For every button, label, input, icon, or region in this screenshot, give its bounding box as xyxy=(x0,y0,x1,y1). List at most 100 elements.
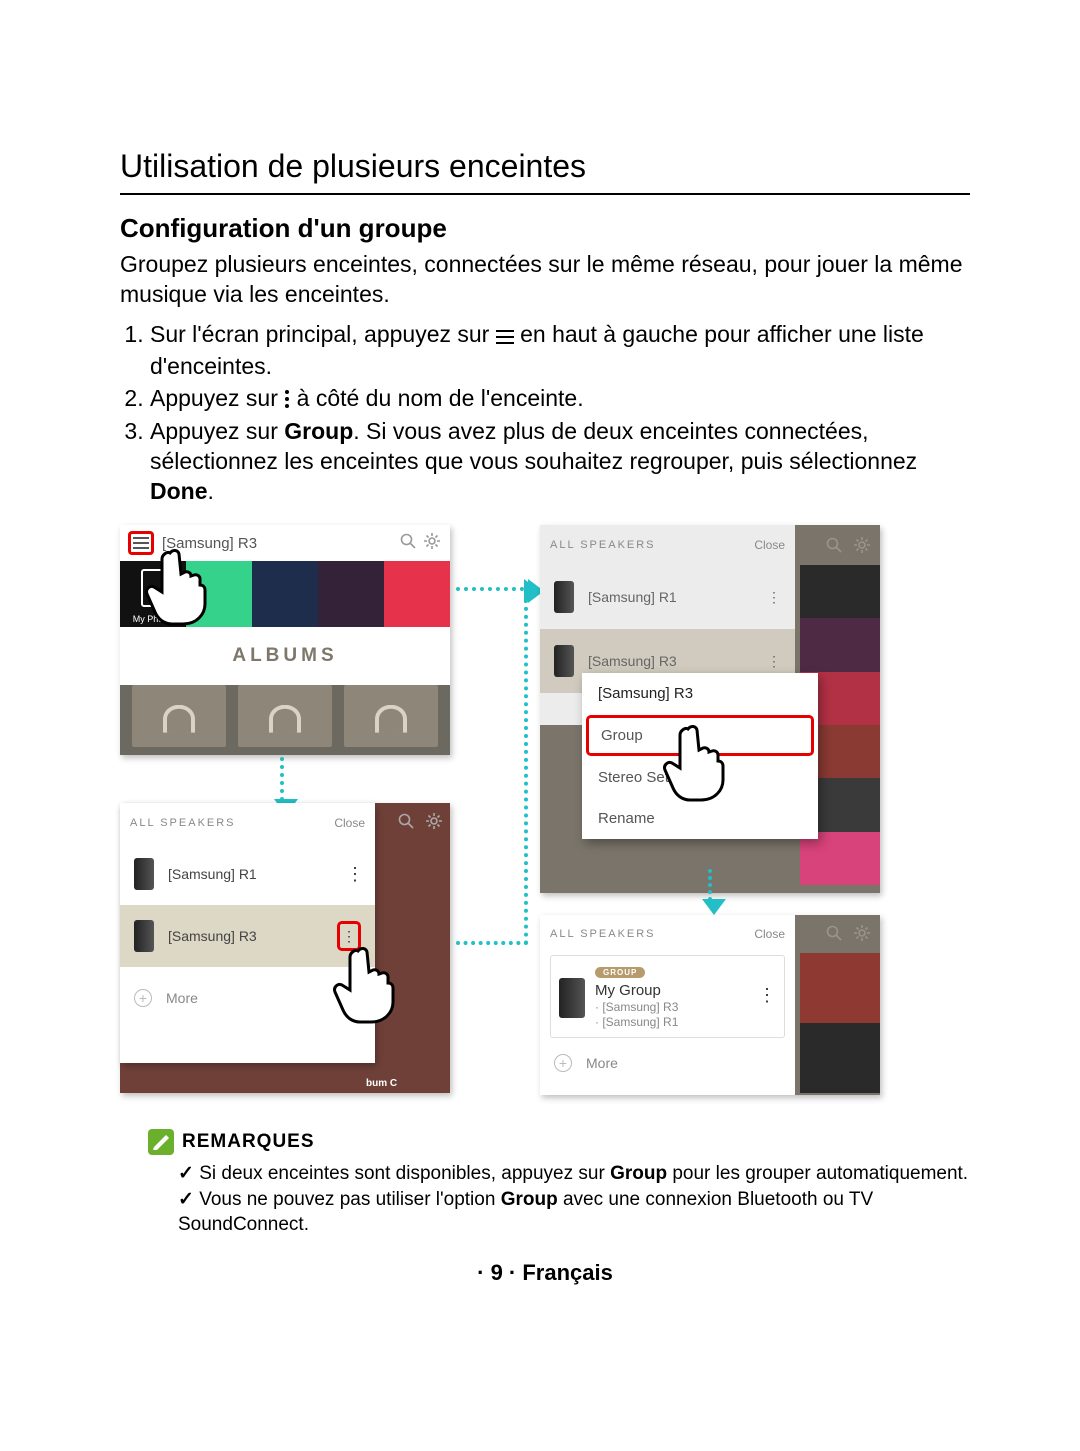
plus-icon: + xyxy=(554,1054,572,1072)
main-header: [Samsung] R3 xyxy=(120,525,450,561)
group-badge: GROUP xyxy=(595,967,645,978)
note-icon xyxy=(148,1129,174,1155)
step-1: Sur l'écran principal, appuyez sur en ha… xyxy=(150,320,970,382)
more-vert-icon[interactable]: ⋮ xyxy=(767,589,781,606)
speaker-name: [Samsung] R3 xyxy=(168,928,257,944)
arrow-path-icon xyxy=(456,587,532,591)
tile-2[interactable] xyxy=(186,561,252,627)
tile-5[interactable] xyxy=(384,561,450,627)
note-bold: Group xyxy=(501,1189,558,1210)
step-3-bold2: Done xyxy=(150,478,208,504)
search-icon[interactable] xyxy=(400,533,416,553)
tile-myphone[interactable]: My Phone xyxy=(120,561,186,627)
page-title: Utilisation de plusieurs enceintes xyxy=(120,148,970,185)
source-tiles: My Phone xyxy=(120,561,450,627)
speaker-row-r1[interactable]: [Samsung] R1 ⋮ xyxy=(120,843,375,905)
search-icon[interactable] xyxy=(826,925,842,945)
album-thumb[interactable] xyxy=(132,685,226,747)
hamburger-button[interactable] xyxy=(128,531,154,555)
speaker-icon xyxy=(134,858,154,890)
step-2-b: à côté du nom de l'enceinte. xyxy=(297,385,584,411)
screenshot-context-menu: ALL SPEAKERS Close [Samsung] R1 ⋮ [Samsu… xyxy=(540,525,880,893)
album-thumbnails xyxy=(120,685,450,747)
more-row[interactable]: + More xyxy=(540,1046,795,1080)
page-footer: · 9 · Français xyxy=(120,1260,970,1286)
close-button[interactable]: Close xyxy=(754,927,785,941)
more-vert-icon[interactable]: ⋮ xyxy=(346,864,361,885)
speaker-row-r1[interactable]: [Samsung] R1 ⋮ xyxy=(540,565,795,629)
gear-icon[interactable] xyxy=(424,533,440,553)
hamburger-icon xyxy=(496,322,514,352)
all-speakers-label: ALL SPEAKERS xyxy=(550,928,656,940)
note-item: Si deux enceintes sont disponibles, appu… xyxy=(178,1161,970,1187)
speaker-icon xyxy=(134,920,154,952)
title-rule xyxy=(120,193,970,195)
step-1-a: Sur l'écran principal, appuyez sur xyxy=(150,321,496,347)
screenshot-main: [Samsung] R3 My Phone ALBUMS xyxy=(120,525,450,755)
more-row[interactable]: + More xyxy=(120,967,375,1029)
group-member: · [Samsung] R3 xyxy=(595,1000,678,1014)
main-title: [Samsung] R3 xyxy=(162,535,392,552)
speaker-name: [Samsung] R1 xyxy=(588,589,677,605)
menu-item-stereo[interactable]: Stereo Set xyxy=(582,757,818,798)
all-speakers-label: ALL SPEAKERS xyxy=(130,817,236,829)
tile-3[interactable] xyxy=(252,561,318,627)
speaker-name: [Samsung] R1 xyxy=(168,866,257,882)
more-label: More xyxy=(586,1055,618,1071)
speaker-icon xyxy=(559,978,585,1018)
menu-item-group[interactable]: Group xyxy=(586,715,814,756)
step-2-a: Appuyez sur xyxy=(150,385,284,411)
all-speakers-header: ALL SPEAKERS Close xyxy=(540,525,795,565)
gear-icon[interactable] xyxy=(854,925,870,945)
search-icon[interactable] xyxy=(826,537,842,557)
bg-text: bum C xyxy=(366,1078,397,1089)
group-card[interactable]: GROUP My Group · [Samsung] R3 · [Samsung… xyxy=(550,955,785,1038)
screenshot-group-result: ALL SPEAKERS Close GROUP My Group · [Sam… xyxy=(540,915,880,1095)
step-3-c: . xyxy=(208,478,214,504)
context-menu: [Samsung] R3 Group Stereo Set Rename xyxy=(582,673,818,839)
speaker-row-r3[interactable]: [Samsung] R3 ⋮ xyxy=(120,905,375,967)
tile-myphone-label: My Phone xyxy=(133,614,174,624)
more-vert-button[interactable]: ⋮ xyxy=(337,921,361,951)
intro-text: Groupez plusieurs enceintes, connectées … xyxy=(120,250,970,310)
album-thumb[interactable] xyxy=(344,685,438,747)
note-bold: Group xyxy=(610,1163,667,1184)
menu-title: [Samsung] R3 xyxy=(582,673,818,714)
gear-icon[interactable] xyxy=(854,537,870,557)
more-label: More xyxy=(166,990,198,1006)
notes-section: REMARQUES Si deux enceintes sont disponi… xyxy=(120,1129,970,1238)
note-text: Si deux enceintes sont disponibles, appu… xyxy=(199,1163,610,1184)
steps-list: Sur l'écran principal, appuyez sur en ha… xyxy=(120,320,970,507)
plus-icon: + xyxy=(134,989,152,1007)
step-3-a: Appuyez sur xyxy=(150,418,284,444)
arrow-down-icon xyxy=(708,869,712,901)
gear-icon[interactable] xyxy=(426,813,442,833)
screenshot-diagram: [Samsung] R3 My Phone ALBUMS xyxy=(120,525,970,1105)
arrow-path-icon xyxy=(456,591,528,945)
note-text: pour les grouper automatiquement. xyxy=(667,1163,968,1184)
menu-item-rename[interactable]: Rename xyxy=(582,798,818,839)
more-vert-icon xyxy=(284,386,290,416)
section-subtitle: Configuration d'un groupe xyxy=(120,213,970,244)
albums-header: ALBUMS xyxy=(120,627,450,685)
step-2: Appuyez sur à côté du nom de l'enceinte. xyxy=(150,384,970,416)
more-vert-icon[interactable]: ⋮ xyxy=(767,653,781,670)
all-speakers-header: ALL SPEAKERS Close xyxy=(120,803,375,843)
all-speakers-label: ALL SPEAKERS xyxy=(550,539,656,551)
group-name: My Group xyxy=(595,982,678,999)
speaker-icon xyxy=(554,581,574,613)
step-3-bold1: Group xyxy=(284,418,353,444)
search-icon[interactable] xyxy=(398,813,414,833)
close-button[interactable]: Close xyxy=(334,816,365,830)
more-vert-icon[interactable]: ⋮ xyxy=(758,985,776,1006)
speaker-icon xyxy=(554,645,574,677)
group-member: · [Samsung] R1 xyxy=(595,1015,678,1029)
close-button[interactable]: Close xyxy=(754,538,785,552)
arrow-down-icon xyxy=(280,757,284,801)
tile-4[interactable] xyxy=(318,561,384,627)
all-speakers-header: ALL SPEAKERS Close xyxy=(540,915,795,953)
note-text: Vous ne pouvez pas utiliser l'option xyxy=(199,1189,501,1210)
album-thumb[interactable] xyxy=(238,685,332,747)
note-item: Vous ne pouvez pas utiliser l'option Gro… xyxy=(178,1187,970,1238)
hamburger-icon xyxy=(133,537,149,549)
